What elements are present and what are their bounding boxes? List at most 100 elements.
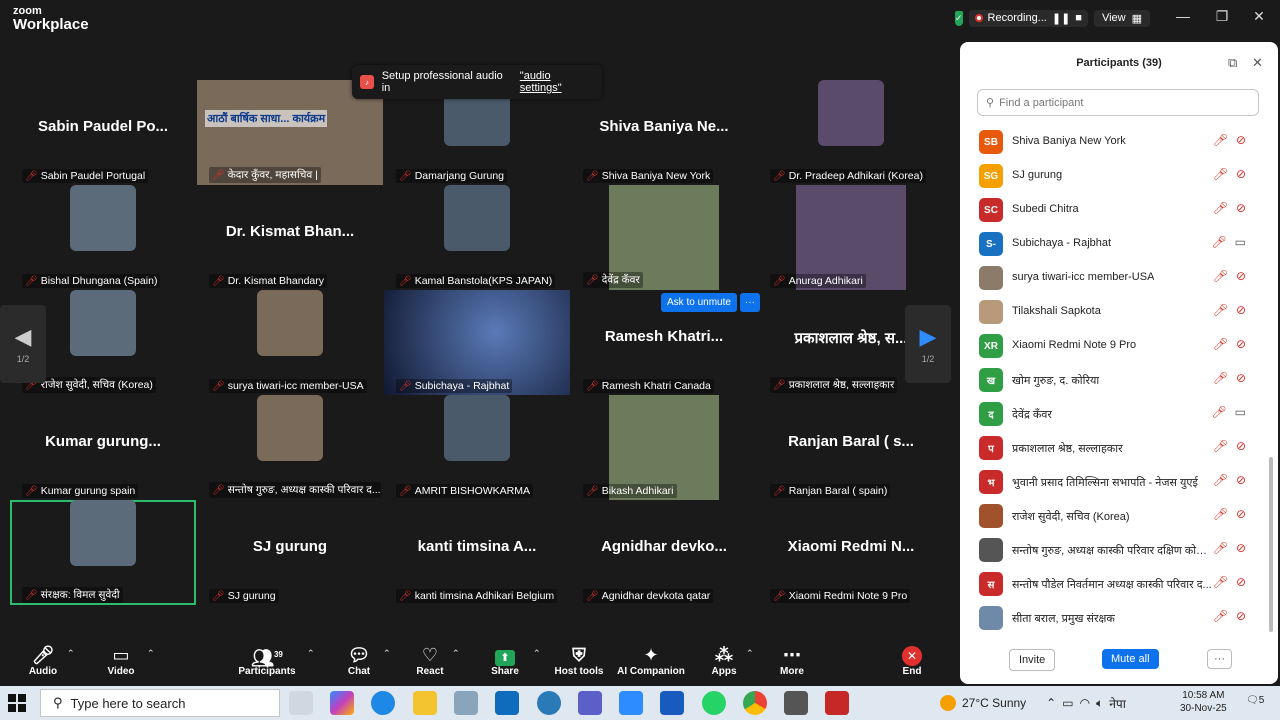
mic-muted-icon[interactable]: 🎤︎ — [1213, 609, 1228, 623]
participant-row[interactable]: द देवेंद्र कँवर 🎤︎ ▭ — [960, 397, 1270, 431]
mic-muted-icon[interactable]: 🎤︎ — [1213, 269, 1228, 283]
outlook-icon[interactable] — [495, 691, 519, 715]
weather-text[interactable]: 27°C Sunny — [962, 696, 1026, 710]
participant-row[interactable]: SG SJ gurung 🎤︎ ⊘ — [960, 159, 1270, 193]
participant-row[interactable]: SC Subedi Chitra 🎤︎ ⊘ — [960, 193, 1270, 227]
pause-icon[interactable]: ❚❚ — [1052, 12, 1070, 25]
mic-muted-icon[interactable]: 🎤︎ — [1213, 167, 1228, 181]
participant-tile[interactable]: 🎤︎ देवेंद्र कँवर — [571, 185, 757, 290]
mic-muted-icon[interactable]: 🎤︎ — [1211, 235, 1226, 249]
participants-caret-icon[interactable]: ⌃ — [307, 648, 315, 659]
view-button[interactable]: View ▦ — [1093, 9, 1151, 27]
app-window-icon[interactable] — [454, 691, 478, 715]
participant-list-scrollbar[interactable] — [1269, 457, 1273, 632]
participant-tile[interactable]: Kumar gurung... 🎤︎ Kumar gurung spain — [10, 395, 196, 500]
camera-off-icon[interactable]: ⊘ — [1236, 337, 1246, 351]
audio-caret-icon[interactable]: ⌃ — [67, 648, 75, 659]
participant-tile[interactable]: 🎤︎ Bikash Adhikari — [571, 395, 757, 500]
taskbar-search-input[interactable]: ⚲ Type here to search — [40, 689, 280, 717]
participant-row[interactable]: भ भुवानी प्रसाद तिमिल्सिना सभापति - नेजस … — [960, 465, 1270, 499]
participant-row[interactable]: XR Xiaomi Redmi Note 9 Pro 🎤︎ ⊘ — [960, 329, 1270, 363]
zoom-taskbar-icon[interactable] — [619, 691, 643, 715]
settings-icon[interactable] — [784, 691, 808, 715]
copilot-icon[interactable] — [330, 691, 354, 715]
notification-icon[interactable]: 🗨︎5 — [1246, 695, 1264, 706]
camera-off-icon[interactable]: ⊘ — [1236, 269, 1246, 283]
close-button[interactable]: ✕ — [1249, 8, 1269, 25]
edge-icon[interactable] — [371, 691, 395, 715]
participant-tile[interactable]: 🎤︎ Anurag Adhikari — [758, 185, 944, 290]
participant-row[interactable]: S- Subichaya - Rajbhat 🎤︎ ▭ — [960, 227, 1270, 261]
mic-muted-icon[interactable]: 🎤︎ — [1213, 507, 1228, 521]
participant-tile[interactable]: 🎤︎ surya tiwari-icc member-USA — [197, 290, 383, 395]
participant-tile[interactable]: 🎤︎ Subichaya - Rajbhat — [384, 290, 570, 395]
mic-muted-icon[interactable]: 🎤︎ — [1213, 201, 1228, 215]
participant-tile[interactable]: 🎤︎ Kamal Banstola(KPS JAPAN) — [384, 185, 570, 290]
whatsapp-icon[interactable] — [702, 691, 726, 715]
participant-row[interactable]: ख खोम गुरुङ, द. कोरिया 🎤︎ ⊘ — [960, 363, 1270, 397]
participant-tile[interactable]: kanti timsina A... 🎤︎ kanti timsina Adhika… — [384, 500, 570, 605]
restore-button[interactable]: ❐ — [1212, 8, 1232, 25]
participant-tile[interactable]: Sabin Paudel Po... 🎤︎ Sabin Paudel Portuga… — [10, 80, 196, 185]
clock[interactable]: 10:58 AM 30-Nov-25 — [1180, 689, 1227, 715]
chat-button[interactable]: 💬︎ Chat ⌃ — [319, 644, 399, 677]
participant-search-input[interactable]: ⚲ Find a participant — [977, 89, 1259, 116]
participant-row[interactable]: SB Shiva Baniya New York 🎤︎ ⊘ — [960, 125, 1270, 159]
ai-companion-button[interactable]: ✦ AI Companion — [611, 644, 691, 677]
participant-tile[interactable]: 🎤︎ संरक्षक: विमल सुवेदी — [10, 500, 196, 605]
recording-indicator[interactable]: Recording... ❚❚ ■ — [968, 9, 1088, 27]
camera-off-icon[interactable]: ⊘ — [1236, 473, 1246, 487]
mic-muted-icon[interactable]: 🎤︎ — [1213, 337, 1228, 351]
react-button[interactable]: ♡ React ⌃ — [390, 644, 470, 677]
minimize-button[interactable]: — — [1173, 8, 1193, 24]
audio-button[interactable]: 🎤︎ Audio ⌃ — [3, 644, 83, 677]
participant-tile[interactable]: 🎤︎ Bishal Dhungana (Spain) — [10, 185, 196, 290]
task-view-icon[interactable] — [289, 691, 313, 715]
camera-off-icon[interactable]: ⊘ — [1236, 439, 1246, 453]
host-tools-button[interactable]: ⛨ Host tools — [539, 644, 619, 677]
share-button[interactable]: ⬆ Share ⌃ — [465, 644, 545, 677]
participant-tile[interactable]: Ranjan Baral ( s... 🎤︎ Ranjan Baral ( spai… — [758, 395, 944, 500]
network-icon[interactable]: ▭ — [1062, 696, 1073, 710]
camera-off-icon[interactable]: ⊘ — [1236, 575, 1246, 589]
participant-tile[interactable]: 🎤︎ Dr. Pradeep Adhikari (Korea) — [758, 80, 944, 185]
camera-off-icon[interactable]: ⊘ — [1236, 371, 1246, 385]
mute-all-button[interactable]: Mute all — [1102, 649, 1159, 669]
teams-icon[interactable] — [578, 691, 602, 715]
end-button[interactable]: ✕ End — [872, 644, 952, 677]
video-caret-icon[interactable]: ⌃ — [147, 648, 155, 659]
participant-row[interactable]: सन्तोष गुरुङ, अध्यक्ष कास्की परिवार दक्ष… — [960, 533, 1270, 567]
camera-off-icon[interactable]: ⊘ — [1236, 201, 1246, 215]
word-icon[interactable] — [660, 691, 684, 715]
camera-off-icon[interactable]: ⊘ — [1236, 303, 1246, 317]
next-page-button[interactable]: ▶ 1/2 — [905, 305, 951, 383]
prev-page-button[interactable]: ◀ 1/2 — [0, 305, 46, 383]
participant-row[interactable]: Tilakshali Sapkota 🎤︎ ⊘ — [960, 295, 1270, 329]
file-explorer-icon[interactable] — [413, 691, 437, 715]
popout-icon[interactable]: ⧉ — [1228, 55, 1237, 71]
participant-tile[interactable]: Dr. Kismat Bhan... 🎤︎ Dr. Kismat Bhandary — [197, 185, 383, 290]
camera-icon[interactable]: ▭ — [1235, 235, 1246, 249]
wifi-icon[interactable]: ◠ — [1080, 696, 1090, 710]
ask-to-unmute-button[interactable]: Ask to unmute — [661, 293, 737, 312]
camera-off-icon[interactable]: ⊘ — [1236, 609, 1246, 623]
chrome-icon[interactable] — [743, 691, 767, 715]
mic-muted-icon[interactable]: 🎤︎ — [1213, 541, 1228, 555]
volume-icon[interactable]: 🔈︎ — [1096, 696, 1103, 711]
stop-icon[interactable]: ■ — [1075, 12, 1082, 24]
camera-off-icon[interactable]: ⊘ — [1236, 133, 1246, 147]
security-shield-icon[interactable]: ✓ — [955, 10, 963, 26]
participant-row[interactable]: स सन्तोष पौडेल निवर्तमान अध्यक्ष कास्की प… — [960, 567, 1270, 601]
react-caret-icon[interactable]: ⌃ — [452, 648, 460, 659]
mic-muted-icon[interactable]: 🎤︎ — [1213, 473, 1228, 487]
close-panel-icon[interactable]: ✕ — [1252, 55, 1263, 71]
tile-more-button[interactable]: ··· — [739, 293, 760, 312]
video-button[interactable]: ▭ Video ⌃ — [81, 644, 161, 677]
acrobat-icon[interactable] — [825, 691, 849, 715]
participants-more-button[interactable]: ··· — [1207, 649, 1232, 669]
participant-row[interactable]: surya tiwari-icc member-USA 🎤︎ ⊘ — [960, 261, 1270, 295]
camera-off-icon[interactable]: ⊘ — [1236, 541, 1246, 555]
mic-muted-icon[interactable]: 🎤︎ — [1211, 405, 1226, 419]
language-indicator[interactable]: नेपा — [1109, 695, 1126, 712]
mic-muted-icon[interactable]: 🎤︎ — [1213, 439, 1228, 453]
